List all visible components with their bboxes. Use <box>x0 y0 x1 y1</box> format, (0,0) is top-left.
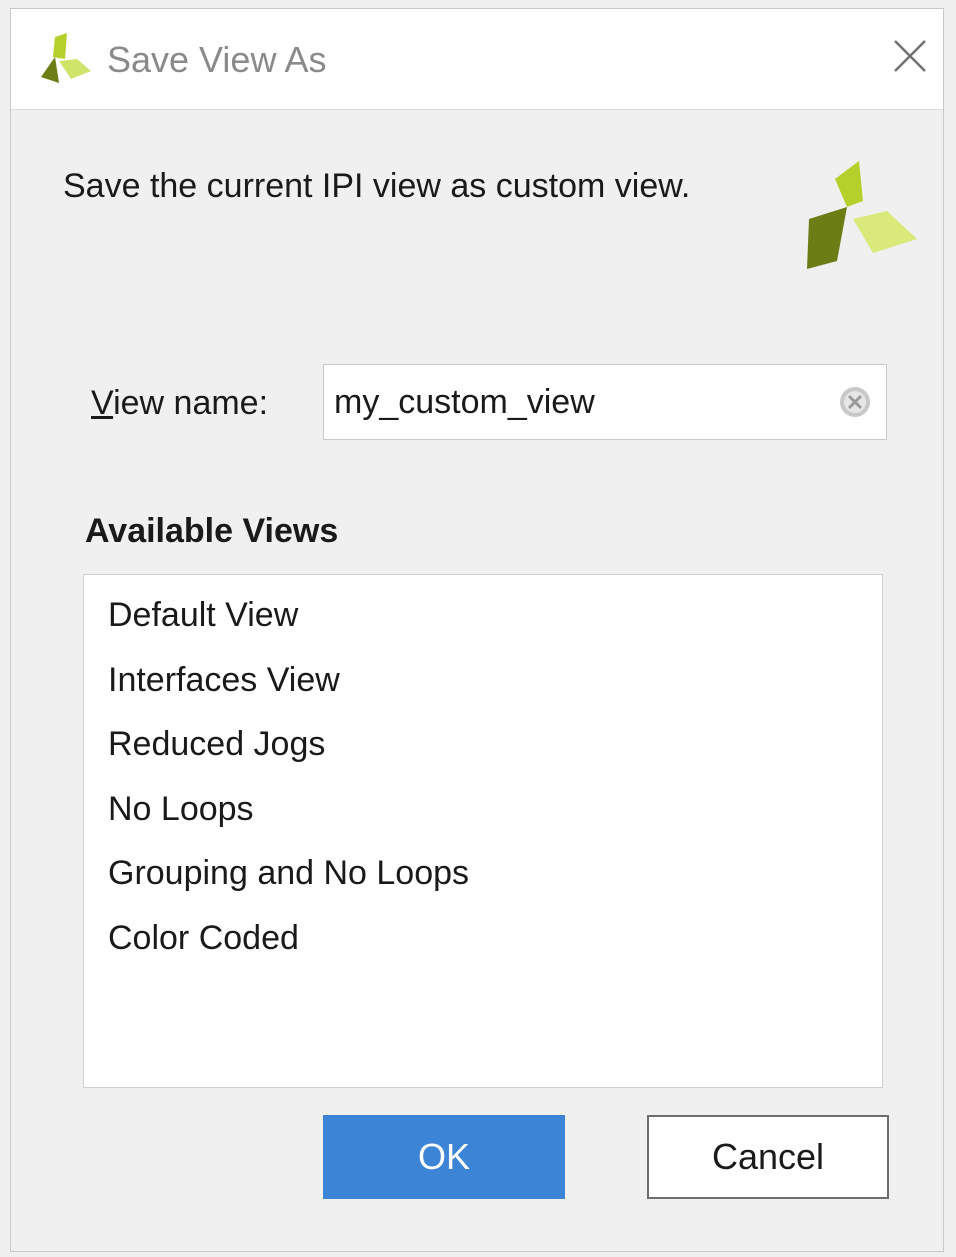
cancel-button[interactable]: Cancel <box>647 1115 889 1199</box>
xilinx-logo-icon <box>807 161 917 269</box>
list-item[interactable]: No Loops <box>84 777 882 842</box>
view-name-label: View name: <box>91 384 268 423</box>
list-item[interactable]: Reduced Jogs <box>84 712 882 777</box>
xilinx-logo-icon <box>41 33 91 83</box>
save-view-as-dialog: Save View As Save the current IPI view a… <box>10 8 944 1252</box>
view-name-field <box>323 364 887 440</box>
dialog-description: Save the current IPI view as custom view… <box>63 167 691 205</box>
ok-button[interactable]: OK <box>323 1115 565 1199</box>
dialog-title: Save View As <box>107 39 327 80</box>
view-name-input[interactable] <box>324 365 834 439</box>
list-item[interactable]: Interfaces View <box>84 648 882 713</box>
list-item[interactable]: Grouping and No Loops <box>84 841 882 906</box>
list-item[interactable]: Color Coded <box>84 906 882 971</box>
clear-field-icon[interactable] <box>838 385 872 419</box>
view-name-label-text: iew name: <box>113 384 269 422</box>
close-icon[interactable] <box>885 31 935 81</box>
available-views-list[interactable]: Default View Interfaces View Reduced Jog… <box>83 574 883 1088</box>
list-item[interactable]: Default View <box>84 583 882 648</box>
available-views-title: Available Views <box>85 512 339 550</box>
title-bar[interactable]: Save View As <box>11 9 943 110</box>
view-name-label-mnemonic: V <box>91 384 114 422</box>
